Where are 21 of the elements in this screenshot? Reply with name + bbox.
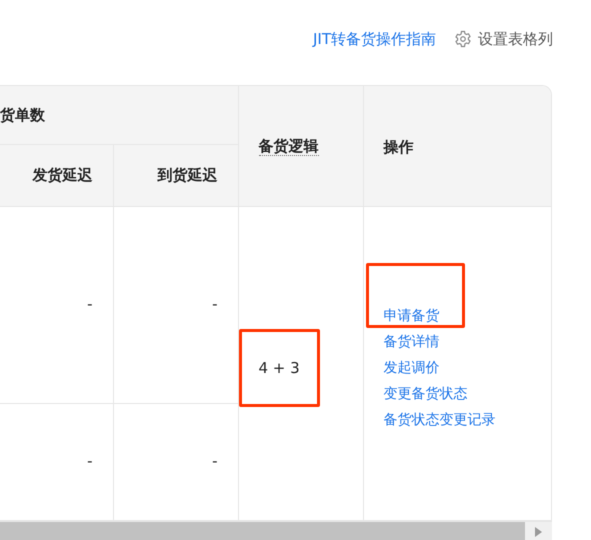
column-header: 操作	[384, 138, 414, 156]
scrollbar-thumb[interactable]	[0, 522, 525, 540]
column-header: 备货逻辑	[258, 136, 318, 156]
gear-icon	[454, 30, 472, 48]
column-header: 到货延迟	[158, 166, 218, 184]
scroll-right-button[interactable]	[525, 522, 552, 540]
table-cell: 4 + 3	[258, 359, 300, 378]
column-settings-button[interactable]: 设置表格列	[454, 28, 553, 50]
action-link[interactable]: 发起调价	[384, 354, 440, 380]
guide-link[interactable]: JIT转备货操作指南	[312, 28, 436, 50]
action-link[interactable]: 变更备货状态	[384, 380, 468, 406]
column-group-header: 货单数	[0, 106, 45, 124]
action-link[interactable]: 申请备货	[384, 302, 440, 328]
right-arrow-icon	[535, 526, 542, 536]
table-cell: -	[87, 295, 92, 314]
table-cell: -	[212, 452, 218, 470]
column-header: 发货延迟	[32, 166, 92, 184]
table-cell: -	[212, 295, 218, 314]
action-link[interactable]: 备货详情	[384, 328, 440, 354]
table-cell: -	[87, 452, 92, 470]
action-link[interactable]: 备货状态变更记录	[384, 406, 496, 432]
